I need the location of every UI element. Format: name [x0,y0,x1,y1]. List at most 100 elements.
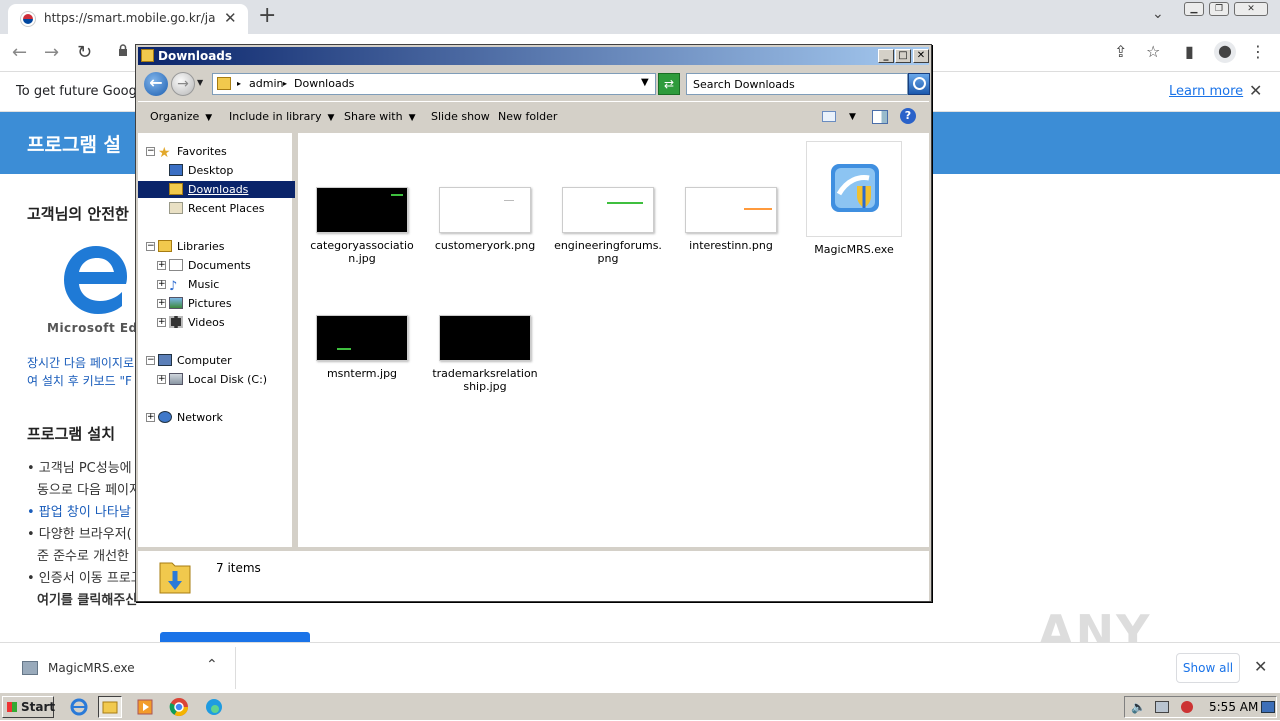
file-name: customeryork.png [434,239,536,252]
collapse-icon[interactable]: − [146,356,155,365]
explorer-title-bar[interactable]: Downloads _ □ ✕ [138,47,929,65]
page-link-2[interactable]: 여 설치 후 키보드 "F [27,372,132,389]
show-desktop-icon[interactable] [1261,701,1275,713]
restore-button[interactable]: ❐ [1209,2,1229,16]
help-icon[interactable]: ? [900,108,916,124]
clock[interactable]: 5:55 AM [1209,700,1258,714]
breadcrumb-arrow-icon[interactable]: ▸ [283,79,287,88]
lock-icon[interactable] [118,44,128,56]
file-name: categoryassociation.jpg [310,239,414,265]
refresh-icon[interactable]: ⇄ [658,73,680,95]
share-with-button[interactable]: Share with ▼ [344,110,416,123]
forward-arrow-icon[interactable]: → [44,42,59,63]
expand-icon[interactable]: + [157,375,166,384]
share-icon[interactable]: ⇪ [1114,42,1127,61]
file-item[interactable]: msnterm.jpg [307,315,417,380]
breadcrumb-admin[interactable]: admin [249,77,283,90]
show-all-button[interactable]: Show all [1176,653,1240,683]
explorer-maximize-button[interactable]: □ [895,49,911,63]
back-arrow-icon[interactable]: ← [12,42,27,63]
address-dropdown-icon[interactable]: ▼ [641,77,649,88]
chrome-icon[interactable] [168,696,192,718]
nav-videos[interactable]: Videos [169,316,225,329]
file-item[interactable]: categoryassociation.jpg [307,187,417,265]
back-arrow-icon[interactable]: ← [144,72,168,96]
breadcrumb-arrow-icon[interactable]: ▸ [237,79,241,88]
view-dropdown-icon[interactable]: ▼ [849,112,856,122]
reload-icon[interactable]: ↻ [77,42,92,63]
preview-pane-icon[interactable] [872,110,888,124]
tab-close-icon[interactable]: ✕ [224,9,237,27]
media-player-icon[interactable] [134,696,158,718]
network-tray-icon[interactable] [1155,701,1169,713]
security-tray-icon[interactable] [1181,701,1193,713]
side-panel-icon[interactable]: ▮ [1185,42,1194,61]
nav-recent-places[interactable]: Recent Places [169,202,265,215]
nav-documents[interactable]: Documents [169,259,251,272]
nav-computer[interactable]: Computer [158,354,232,367]
nav-downloads[interactable]: Downloads [138,181,295,198]
file-item[interactable]: customeryork.png [430,187,540,252]
window-title: Downloads [158,49,233,63]
chevron-up-icon[interactable]: ⌃ [206,657,218,673]
new-folder-button[interactable]: New folder [498,110,557,123]
expand-icon[interactable]: + [157,299,166,308]
close-window-button[interactable]: ✕ [1234,2,1268,16]
image-thumbnail [439,187,531,233]
edge-logo-icon [62,244,130,316]
nav-network[interactable]: Network [158,411,223,424]
forward-arrow-icon[interactable]: → [171,72,195,96]
info-bar-close-icon[interactable]: ✕ [1249,81,1262,100]
organize-button[interactable]: Organize ▼ [150,110,212,123]
address-box[interactable]: ▸ admin ▸ Downloads ▼ [212,73,656,95]
nav-favorites[interactable]: ★ Favorites [158,145,227,161]
bookmark-star-icon[interactable]: ☆ [1146,42,1160,61]
ie-icon[interactable] [68,696,92,718]
music-icon: ♪ [169,279,178,294]
volume-icon[interactable]: 🔈 [1131,700,1146,714]
nav-local-disk[interactable]: Local Disk (C:) [169,373,267,386]
search-input[interactable]: Search Downloads [686,73,908,95]
star-icon: ★ [158,145,171,161]
file-item[interactable]: MagicMRS.exe [799,141,909,256]
bullet-text[interactable]: • 팝업 창이 나타날 [27,501,131,520]
expand-icon[interactable]: + [146,413,155,422]
search-icon[interactable] [908,73,930,95]
explorer-minimize-button[interactable]: _ [878,49,894,63]
libraries-icon [158,240,172,252]
start-button[interactable]: Start [2,696,55,718]
explorer-task-icon[interactable] [98,696,122,718]
expand-icon[interactable]: + [157,318,166,327]
learn-more-link[interactable]: Learn more [1169,84,1243,99]
file-item[interactable]: engineeringforums.png [553,187,663,265]
profile-avatar-icon[interactable]: ● [1214,41,1236,63]
network-icon [158,411,172,423]
explorer-close-button[interactable]: ✕ [913,49,929,63]
include-in-library-button[interactable]: Include in library ▼ [229,110,334,123]
nav-music[interactable]: ♪ Music [169,278,219,294]
tab-active[interactable]: https://smart.mobile.go.kr/java_inst ✕ [8,4,248,34]
nav-libraries[interactable]: Libraries [158,240,225,253]
collapse-icon[interactable]: − [146,242,155,251]
bullet-text[interactable]: 여기를 클릭해주신 [37,589,137,608]
file-item[interactable]: interestinn.png [676,187,786,252]
expand-icon[interactable]: + [157,280,166,289]
menu-kebab-icon[interactable]: ⋮ [1250,42,1266,61]
new-tab-button[interactable]: + [258,3,276,28]
edge-icon[interactable] [203,696,227,718]
nav-pictures[interactable]: Pictures [169,297,232,310]
page-link-1[interactable]: 장시간 다음 페이지로 [27,354,134,371]
expand-icon[interactable]: + [157,261,166,270]
breadcrumb-downloads[interactable]: Downloads [294,77,354,90]
minimize-button[interactable]: ▁ [1184,2,1204,16]
nav-desktop[interactable]: Desktop [169,164,233,177]
download-item[interactable]: MagicMRS.exe ⌃ [4,647,236,689]
file-item[interactable]: trademarksrelationship.jpg [430,315,540,393]
slide-show-button[interactable]: Slide show [431,110,490,123]
collapse-icon[interactable]: − [146,147,155,156]
history-chevron-icon[interactable]: ▼ [197,78,203,87]
view-mode-icon[interactable] [822,111,836,122]
close-shelf-icon[interactable]: ✕ [1254,657,1267,676]
tab-search-chevron-icon[interactable]: ⌄ [1152,6,1164,22]
bullet-text: • 인증서 이동 프로그 [27,571,143,586]
